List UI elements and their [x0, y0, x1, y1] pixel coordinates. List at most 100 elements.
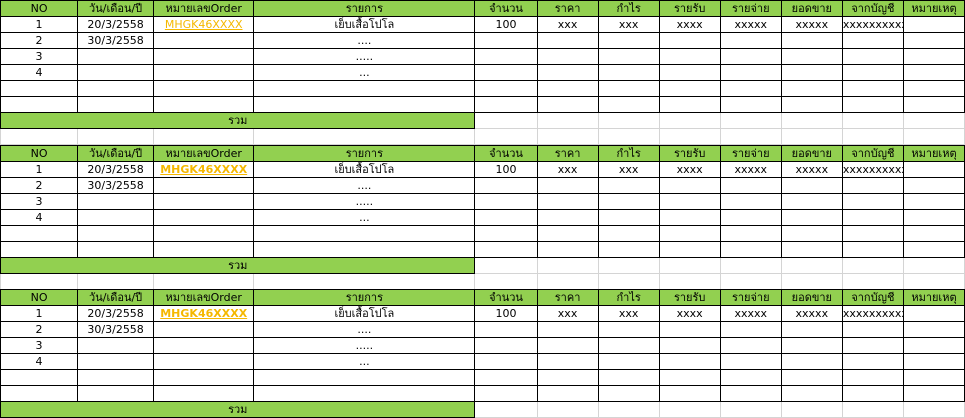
empty-cell[interactable]	[253, 96, 476, 113]
cell-no[interactable]: 1	[0, 16, 79, 33]
empty-cell[interactable]	[719, 241, 782, 258]
empty-cell[interactable]	[719, 401, 782, 418]
empty-cell[interactable]	[902, 257, 965, 274]
cell-expense[interactable]	[719, 32, 782, 49]
cell-date[interactable]	[77, 337, 155, 354]
cell-qty[interactable]	[474, 337, 538, 354]
header-cell-account[interactable]: จากบัญชี	[841, 289, 904, 306]
empty-cell[interactable]	[719, 273, 782, 290]
header-cell-sales[interactable]: ยอดขาย	[780, 289, 843, 306]
cell-no[interactable]: 4	[0, 209, 79, 226]
cell-sales[interactable]: xxxxx	[780, 161, 843, 178]
cell-note[interactable]	[902, 161, 965, 178]
empty-cell[interactable]	[719, 112, 782, 129]
cell-item[interactable]: เย็บเสื้อโปโล	[253, 305, 476, 322]
empty-cell[interactable]	[597, 369, 660, 386]
total-label[interactable]: รวม	[0, 112, 476, 129]
header-cell-profit[interactable]: กำไร	[597, 145, 660, 162]
cell-account[interactable]	[841, 209, 904, 226]
cell-note[interactable]	[902, 64, 965, 81]
cell-price[interactable]	[536, 353, 599, 370]
empty-cell[interactable]	[597, 385, 660, 402]
empty-cell[interactable]	[658, 128, 721, 145]
cell-date[interactable]	[77, 209, 155, 226]
empty-cell[interactable]	[536, 225, 599, 242]
cell-income[interactable]	[658, 337, 721, 354]
cell-income[interactable]	[658, 321, 721, 338]
cell-account[interactable]	[841, 337, 904, 354]
empty-cell[interactable]	[536, 241, 599, 258]
cell-item[interactable]: ....	[253, 177, 476, 194]
empty-cell[interactable]	[780, 385, 843, 402]
order-number-link[interactable]: MHGK46XXXX	[165, 18, 243, 31]
empty-cell[interactable]	[597, 401, 660, 418]
header-cell-item[interactable]: รายการ	[253, 145, 476, 162]
cell-profit[interactable]: xxx	[597, 16, 660, 33]
cell-date[interactable]	[77, 193, 155, 210]
empty-cell[interactable]	[658, 96, 721, 113]
header-cell-no[interactable]: NO	[0, 289, 79, 306]
empty-cell[interactable]	[841, 96, 904, 113]
cell-date[interactable]: 20/3/2558	[77, 305, 155, 322]
header-cell-item[interactable]: รายการ	[253, 0, 476, 17]
total-label[interactable]: รวม	[0, 257, 476, 274]
cell-account[interactable]: xxxxxxxxxxx	[841, 16, 904, 33]
cell-account[interactable]	[841, 64, 904, 81]
header-cell-order[interactable]: หมายเลขOrder	[153, 289, 255, 306]
cell-expense[interactable]	[719, 48, 782, 65]
cell-note[interactable]	[902, 32, 965, 49]
empty-cell[interactable]	[474, 96, 538, 113]
header-cell-price[interactable]: ราคา	[536, 289, 599, 306]
header-cell-account[interactable]: จากบัญชี	[841, 0, 904, 17]
cell-order[interactable]	[153, 353, 255, 370]
cell-profit[interactable]	[597, 209, 660, 226]
empty-cell[interactable]	[841, 369, 904, 386]
empty-cell[interactable]	[658, 257, 721, 274]
cell-profit[interactable]	[597, 321, 660, 338]
header-cell-qty[interactable]: จำนวน	[474, 289, 538, 306]
cell-profit[interactable]	[597, 177, 660, 194]
empty-cell[interactable]	[902, 80, 965, 97]
cell-account[interactable]: xxxxxxxxxxx	[841, 161, 904, 178]
cell-note[interactable]	[902, 209, 965, 226]
cell-price[interactable]	[536, 193, 599, 210]
cell-income[interactable]	[658, 177, 721, 194]
cell-income[interactable]: xxxx	[658, 16, 721, 33]
header-cell-item[interactable]: รายการ	[253, 289, 476, 306]
empty-cell[interactable]	[841, 112, 904, 129]
header-cell-income[interactable]: รายรับ	[658, 0, 721, 17]
empty-cell[interactable]	[780, 225, 843, 242]
header-cell-qty[interactable]: จำนวน	[474, 145, 538, 162]
cell-income[interactable]	[658, 209, 721, 226]
cell-price[interactable]	[536, 48, 599, 65]
cell-income[interactable]	[658, 32, 721, 49]
empty-cell[interactable]	[719, 257, 782, 274]
cell-no[interactable]: 4	[0, 64, 79, 81]
cell-sales[interactable]: xxxxx	[780, 16, 843, 33]
header-cell-sales[interactable]: ยอดขาย	[780, 145, 843, 162]
empty-cell[interactable]	[597, 128, 660, 145]
cell-date[interactable]: 20/3/2558	[77, 161, 155, 178]
empty-cell[interactable]	[902, 241, 965, 258]
empty-cell[interactable]	[153, 385, 255, 402]
empty-cell[interactable]	[597, 96, 660, 113]
cell-order[interactable]	[153, 48, 255, 65]
cell-profit[interactable]	[597, 353, 660, 370]
cell-expense[interactable]	[719, 177, 782, 194]
cell-no[interactable]: 2	[0, 177, 79, 194]
cell-item[interactable]: เย็บเสื้อโปโล	[253, 161, 476, 178]
cell-date[interactable]: 20/3/2558	[77, 16, 155, 33]
order-number-link[interactable]: MHGK46XXXX	[160, 307, 247, 320]
cell-expense[interactable]	[719, 193, 782, 210]
cell-account[interactable]	[841, 193, 904, 210]
header-cell-date[interactable]: วัน/เดือน/ปี	[77, 289, 155, 306]
empty-cell[interactable]	[658, 80, 721, 97]
cell-order[interactable]	[153, 321, 255, 338]
empty-cell[interactable]	[77, 241, 155, 258]
empty-cell[interactable]	[780, 273, 843, 290]
cell-price[interactable]: xxx	[536, 305, 599, 322]
cell-account[interactable]	[841, 48, 904, 65]
empty-cell[interactable]	[153, 241, 255, 258]
empty-cell[interactable]	[902, 128, 965, 145]
cell-date[interactable]: 30/3/2558	[77, 321, 155, 338]
